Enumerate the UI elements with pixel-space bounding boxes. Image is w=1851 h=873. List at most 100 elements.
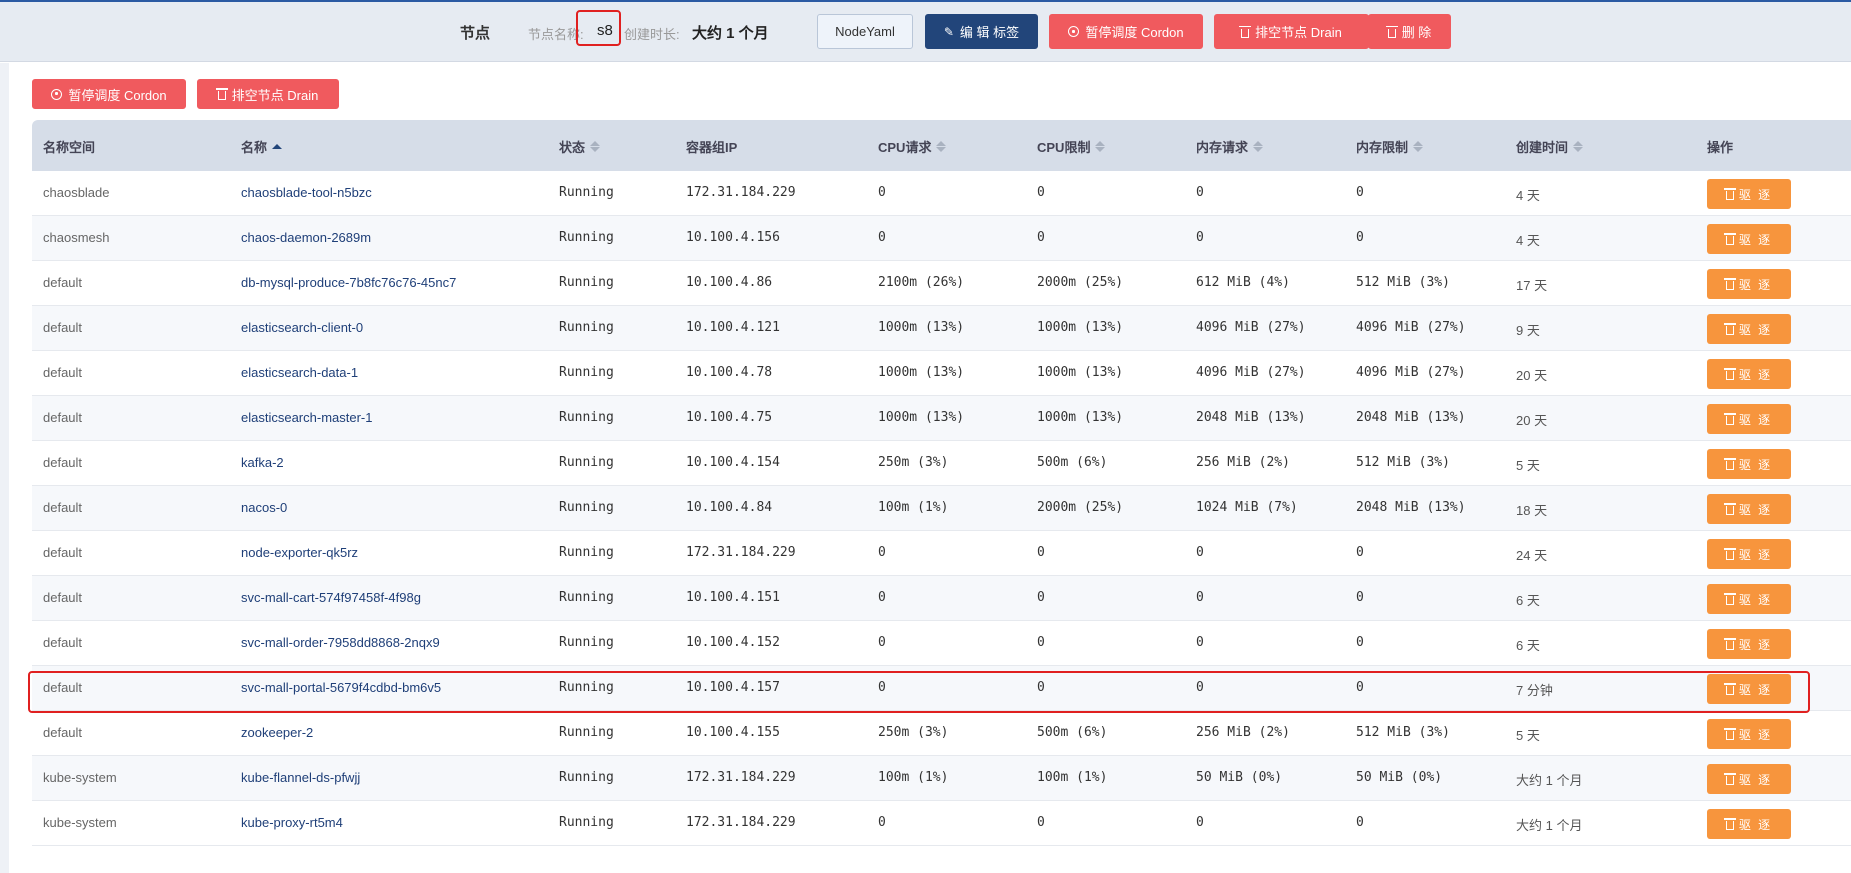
cell-namespace: default <box>43 500 83 515</box>
cell-namespace: kube-system <box>43 770 117 785</box>
column-mem-limit[interactable]: 内存限制 <box>1356 137 1424 156</box>
node-header: 节点 节点名称: s8 创建时长: 大约 1 个月 NodeYaml ✎ 编 辑… <box>0 2 1851 62</box>
page-title: 节点 <box>460 25 491 42</box>
column-label: CPU请求 <box>878 140 932 155</box>
cell-pod-ip: 10.100.4.84 <box>686 500 773 515</box>
table-row: default node-exporter-qk5rz Running 172.31.… <box>32 531 1851 576</box>
cell-pod-name[interactable]: node-exporter-qk5rz <box>241 545 358 560</box>
header-cordon-button[interactable]: 暂停调度 Cordon <box>1049 14 1203 49</box>
cell-cpu-request: 0 <box>878 230 886 245</box>
cell-cpu-request: 1000m (13%) <box>878 320 965 335</box>
annotation-box-row <box>28 671 1810 713</box>
evict-button[interactable]: 驱 逐 <box>1707 269 1791 299</box>
cell-mem-limit: 50 MiB (0%) <box>1356 770 1443 785</box>
column-pod-ip[interactable]: 容器组IP <box>686 137 737 156</box>
table-row: default elasticsearch-client-0 Running 10.1… <box>32 306 1851 351</box>
cell-created: 6 天 <box>1516 638 1540 653</box>
cell-status: Running <box>559 770 614 785</box>
sidebar-edge <box>0 63 9 873</box>
cell-cpu-limit: 2000m (25%) <box>1037 275 1124 290</box>
cell-cpu-limit: 500m (6%) <box>1037 725 1108 740</box>
evict-label: 驱 逐 <box>1738 322 1773 337</box>
cell-cpu-request: 0 <box>878 185 886 200</box>
cell-mem-limit: 0 <box>1356 545 1364 560</box>
cell-pod-name[interactable]: kafka-2 <box>241 455 284 470</box>
evict-label: 驱 逐 <box>1738 592 1773 607</box>
evict-button[interactable]: 驱 逐 <box>1707 359 1791 389</box>
cell-pod-name[interactable]: db-mysql-produce-7b8fc76c76-45nc7 <box>241 275 456 290</box>
cell-mem-request: 612 MiB (4%) <box>1196 275 1290 290</box>
cell-mem-limit: 4096 MiB (27%) <box>1356 320 1466 335</box>
cell-pod-name[interactable]: kube-flannel-ds-pfwjj <box>241 770 360 785</box>
cell-mem-limit: 2048 MiB (13%) <box>1356 500 1466 515</box>
cell-pod-ip: 10.100.4.154 <box>686 455 780 470</box>
evict-label: 驱 逐 <box>1738 502 1773 517</box>
evict-label: 驱 逐 <box>1738 547 1773 562</box>
evict-button[interactable]: 驱 逐 <box>1707 224 1791 254</box>
cell-status: Running <box>559 320 614 335</box>
drain-button[interactable]: 排空节点 Drain <box>197 79 339 109</box>
cell-pod-name[interactable]: elasticsearch-client-0 <box>241 320 363 335</box>
column-name[interactable]: 名称 <box>241 137 283 156</box>
cell-status: Running <box>559 545 614 560</box>
trash-icon <box>1723 188 1736 200</box>
cell-pod-name[interactable]: svc-mall-order-7958dd8868-2nqx9 <box>241 635 440 650</box>
cell-cpu-limit: 1000m (13%) <box>1037 365 1124 380</box>
column-label: CPU限制 <box>1037 140 1091 155</box>
evict-button[interactable]: 驱 逐 <box>1707 314 1791 344</box>
evict-button[interactable]: 驱 逐 <box>1707 179 1791 209</box>
cell-namespace: default <box>43 635 83 650</box>
cell-created: 6 天 <box>1516 593 1540 608</box>
column-label: 内存限制 <box>1356 140 1409 155</box>
trash-icon <box>1723 458 1736 470</box>
cell-namespace: default <box>43 590 83 605</box>
trash-icon <box>1723 368 1736 380</box>
evict-button[interactable]: 驱 逐 <box>1707 764 1791 794</box>
column-cpu-request[interactable]: CPU请求 <box>878 137 947 156</box>
table-row: default db-mysql-produce-7b8fc76c76-45nc7… <box>32 261 1851 306</box>
column-created[interactable]: 创建时间 <box>1516 137 1584 156</box>
cell-pod-name[interactable]: elasticsearch-master-1 <box>241 410 373 425</box>
cell-pod-name[interactable]: chaos-daemon-2689m <box>241 230 371 245</box>
cell-pod-name[interactable]: svc-mall-cart-574f97458f-4f98g <box>241 590 421 605</box>
column-mem-request[interactable]: 内存请求 <box>1196 137 1264 156</box>
evict-button[interactable]: 驱 逐 <box>1707 809 1791 839</box>
cell-pod-name[interactable]: nacos-0 <box>241 500 287 515</box>
cell-pod-name[interactable]: elasticsearch-data-1 <box>241 365 358 380</box>
column-label: 名称 <box>241 140 268 155</box>
column-label: 名称空间 <box>43 140 96 155</box>
cell-cpu-request: 250m (3%) <box>878 725 949 740</box>
cell-mem-request: 0 <box>1196 635 1204 650</box>
column-status[interactable]: 状态 <box>559 137 601 156</box>
evict-button[interactable]: 驱 逐 <box>1707 539 1791 569</box>
cell-created: 5 天 <box>1516 728 1540 743</box>
column-namespace[interactable]: 名称空间 <box>43 137 95 156</box>
evict-button[interactable]: 驱 逐 <box>1707 629 1791 659</box>
trash-icon <box>1723 818 1736 830</box>
cell-pod-name[interactable]: zookeeper-2 <box>241 725 313 740</box>
header-drain-button[interactable]: 排空节点 Drain <box>1214 14 1369 49</box>
evict-button[interactable]: 驱 逐 <box>1707 719 1791 749</box>
column-cpu-limit[interactable]: CPU限制 <box>1037 137 1106 156</box>
cell-pod-name[interactable]: chaosblade-tool-n5bzc <box>241 185 372 200</box>
cell-status: Running <box>559 455 614 470</box>
evict-button[interactable]: 驱 逐 <box>1707 494 1791 524</box>
node-yaml-button[interactable]: NodeYaml <box>817 14 913 49</box>
delete-button[interactable]: 删 除 <box>1368 14 1451 49</box>
cell-mem-request: 4096 MiB (27%) <box>1196 320 1306 335</box>
header-drain-label: 排空节点 Drain <box>1255 25 1342 40</box>
edit-labels-button[interactable]: ✎ 编 辑 标签 <box>925 14 1038 49</box>
cell-created: 20 天 <box>1516 413 1548 428</box>
evict-button[interactable]: 驱 逐 <box>1707 404 1791 434</box>
sort-icon <box>590 141 601 152</box>
evict-button[interactable]: 驱 逐 <box>1707 449 1791 479</box>
cell-mem-request: 0 <box>1196 545 1204 560</box>
cordon-button[interactable]: 暂停调度 Cordon <box>32 79 186 109</box>
cell-created: 18 天 <box>1516 503 1548 518</box>
evict-button[interactable]: 驱 逐 <box>1707 584 1791 614</box>
table-row: default kafka-2 Running 10.100.4.154 250m (3… <box>32 441 1851 486</box>
cell-mem-limit: 512 MiB (3%) <box>1356 455 1450 470</box>
cell-pod-name[interactable]: kube-proxy-rt5m4 <box>241 815 343 830</box>
cell-mem-request: 256 MiB (2%) <box>1196 455 1290 470</box>
cell-pod-ip: 10.100.4.152 <box>686 635 780 650</box>
